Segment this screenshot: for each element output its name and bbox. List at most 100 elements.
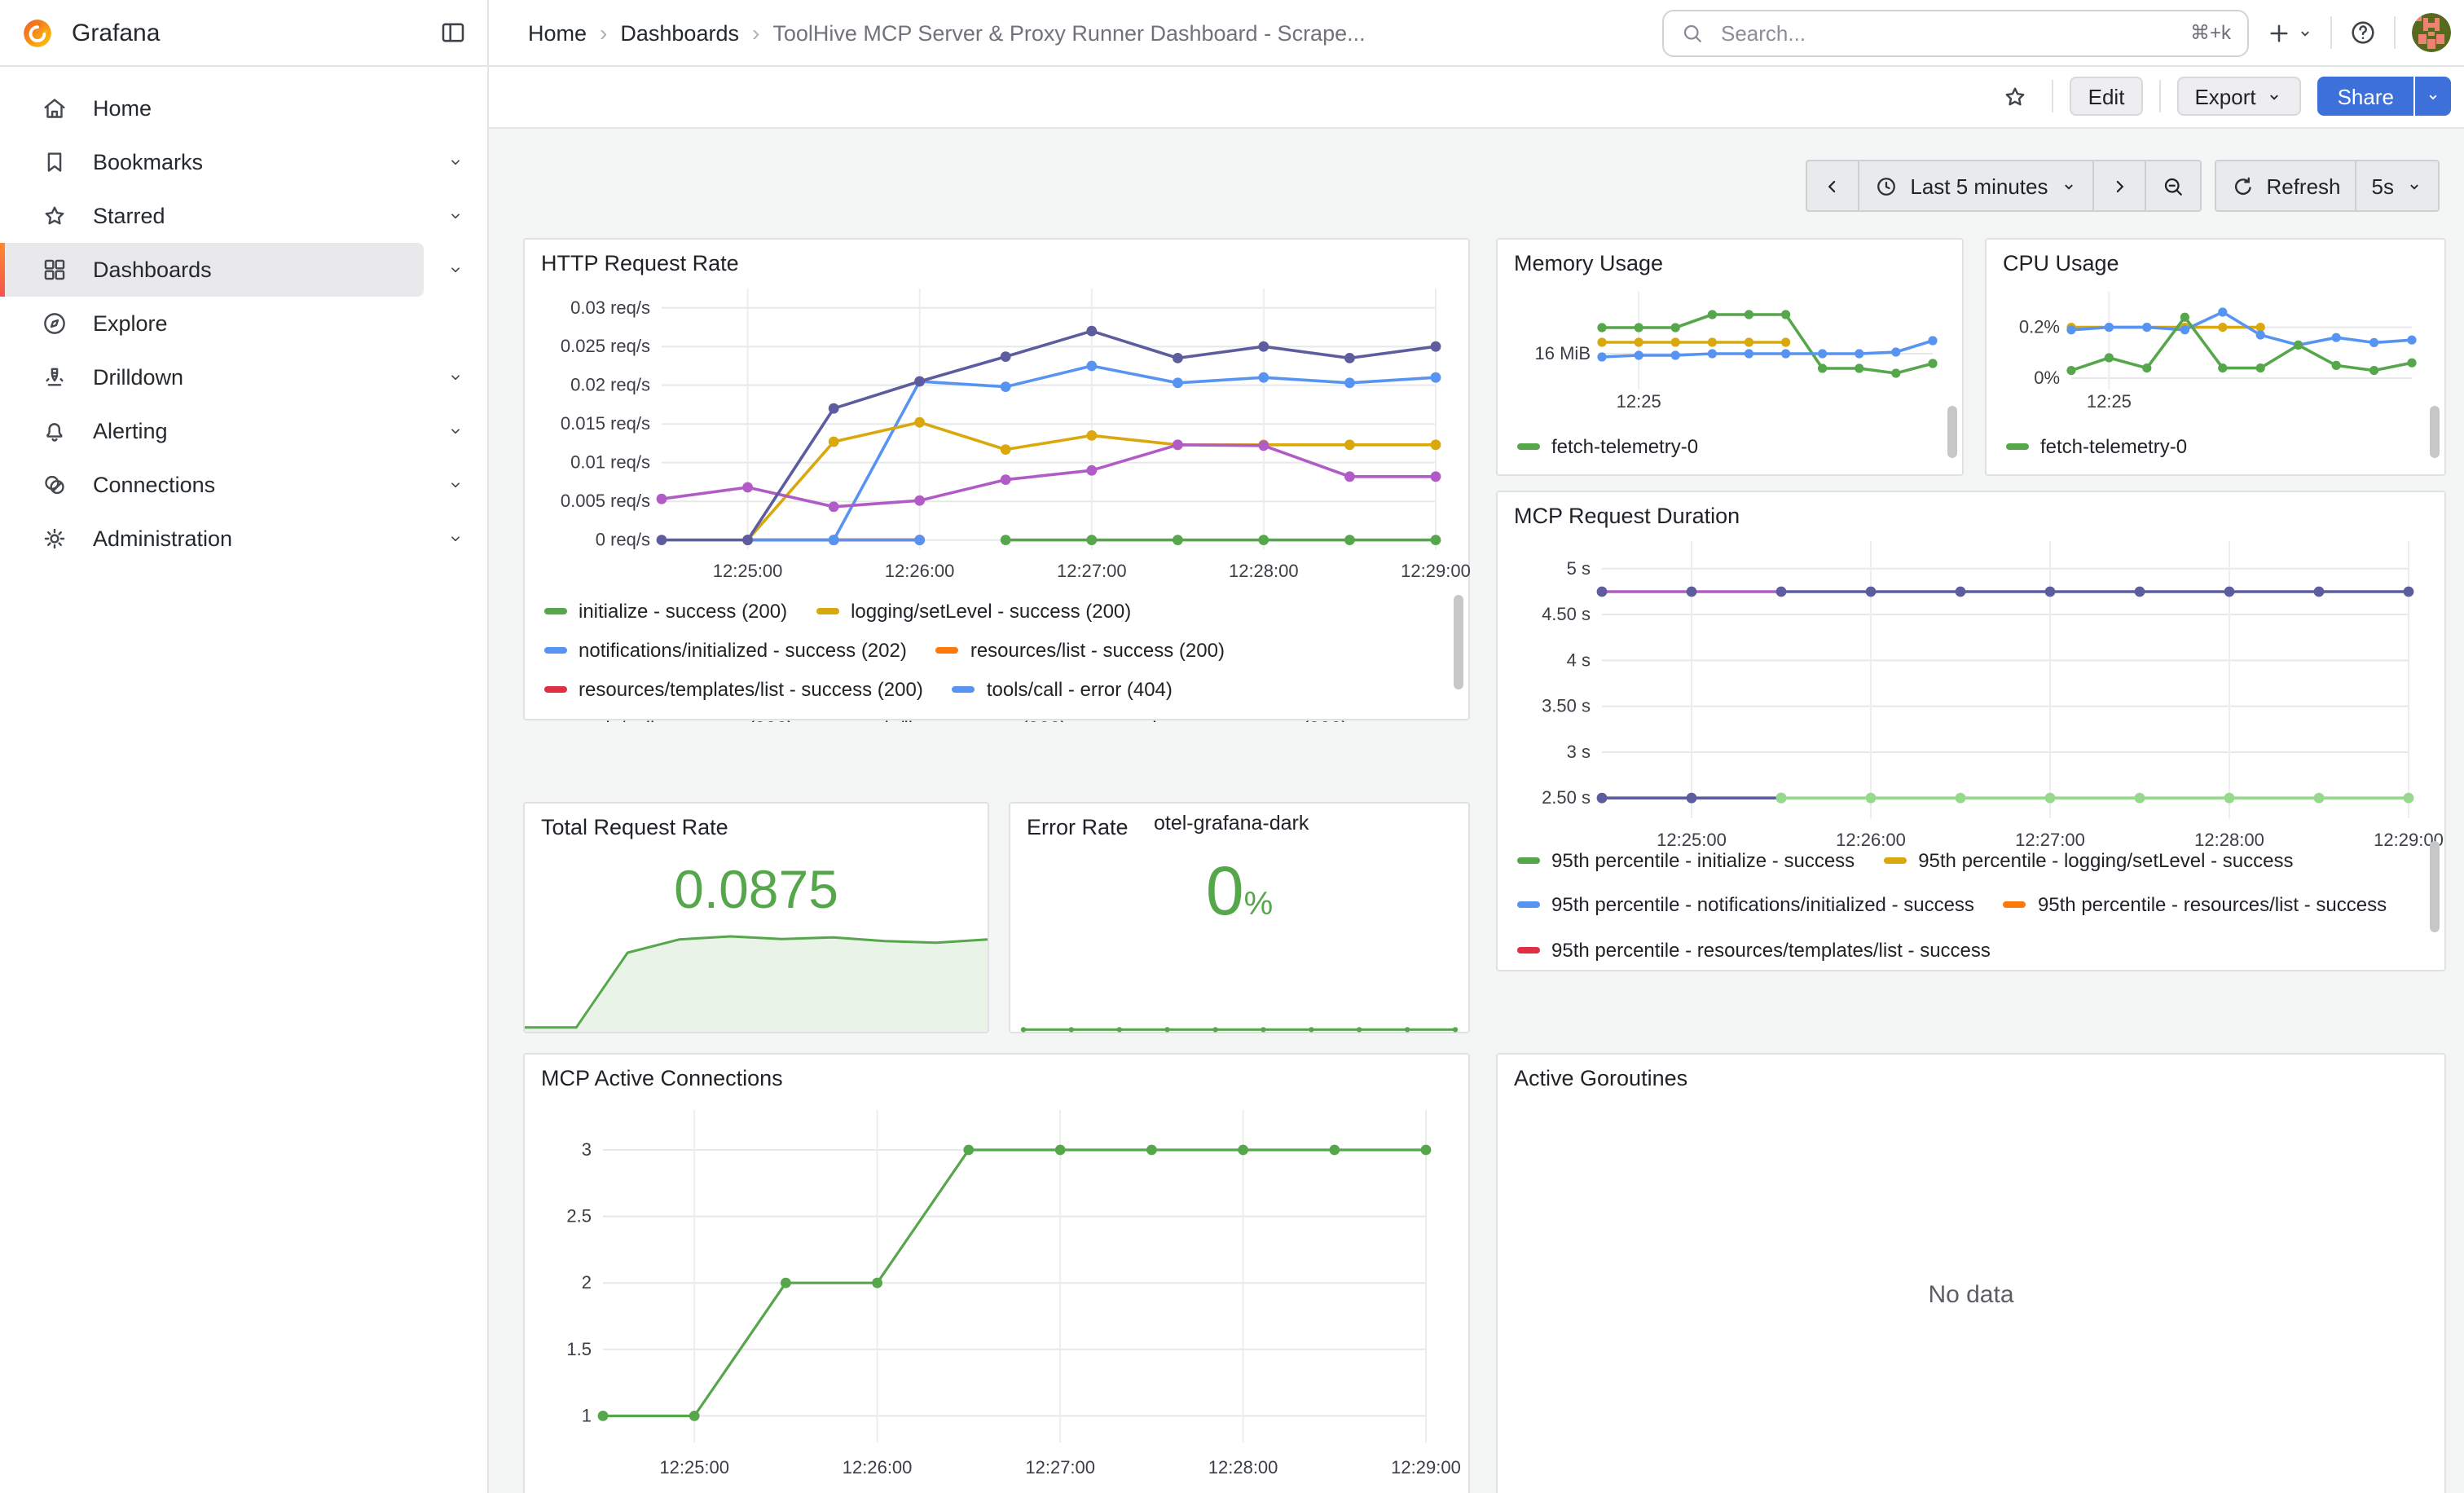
legend-item[interactable]: resources/list - success (200) [936,631,1225,670]
panel-title[interactable]: Memory Usage [1514,251,1663,275]
mcp-request-duration-chart[interactable]: 5 s4.50 s4 s3.50 s3 s2.50 s12:25:0012:26… [1517,528,2428,854]
refresh-interval-picker[interactable]: 5s [2357,161,2438,210]
legend-item[interactable]: unknown - success (200) [1097,709,1349,722]
legend-item[interactable]: 95th percentile - initialize - success [1517,838,1855,883]
sidebar-item-label: Home [93,96,152,121]
sidebar-item-drilldown[interactable]: Drilldown [0,350,487,404]
sidebar-item-starred[interactable]: Starred [0,189,487,243]
sidebar-item-label: Drilldown [93,365,183,390]
error-rate-value: 0% [1010,852,1468,931]
legend-item[interactable]: resources/templates/list - success (200) [544,670,923,709]
svg-text:12:29:00: 12:29:00 [1391,1457,1461,1478]
no-data-message: No data [1498,1055,2444,1493]
legend-item[interactable]: 95th percentile - resources/templates/li… [1517,928,1991,973]
share-button[interactable]: Share [2318,77,2413,116]
add-button[interactable] [2265,19,2314,46]
refresh-group: Refresh 5s [2214,160,2440,212]
edit-button[interactable]: Edit [2070,77,2143,116]
mcp-active-connections-chart[interactable]: 32.521.5112:25:0012:26:0012:27:0012:28:0… [544,1094,1452,1482]
sidebar-item-dashboards[interactable]: Dashboards [0,243,487,297]
legend-item[interactable]: 95th percentile - logging/setLevel - suc… [1884,838,2293,883]
svg-text:0.005 req/s: 0.005 req/s [561,491,650,511]
chevron-down-icon[interactable] [447,530,464,548]
divider [2394,16,2396,49]
grafana-logo[interactable] [20,15,55,51]
legend-item[interactable]: - (streamable-http) [544,1488,739,1493]
legend-item[interactable]: notifications/initialized - success (202… [544,631,907,670]
sidebar-item-home[interactable]: Home [0,81,487,135]
breadcrumb-home[interactable]: Home [528,20,587,45]
error-rate-sparkline[interactable] [1023,1014,1455,1030]
chevron-down-icon[interactable] [447,207,464,225]
refresh-button[interactable]: Refresh [2215,161,2356,210]
svg-text:12:28:00: 12:28:00 [1208,1457,1278,1478]
help-icon[interactable] [2348,18,2378,47]
share-caret-button[interactable] [2415,77,2451,116]
time-range-picker[interactable]: Last 5 minutes [1859,161,2093,210]
scrollbar-thumb[interactable] [2430,841,2440,932]
gear-icon [41,525,68,553]
favorite-star-icon[interactable] [1995,82,2036,110]
legend-item[interactable]: fetch-telemetry-0 [1517,422,1698,471]
legend-item[interactable]: fetch-telemetry-0 [2006,422,2187,471]
scrollbar-thumb[interactable] [1454,595,1463,689]
breadcrumb-dashboards[interactable]: Dashboards [620,20,739,45]
avatar[interactable] [2412,13,2451,52]
scrollbar-thumb[interactable] [2430,406,2440,458]
legend-label: logging/setLevel - success (200) [851,592,1131,631]
legend-item[interactable]: 95th percentile - resources/list - succe… [2004,883,2387,927]
top-nav: Grafana Home › Dashboards › ToolHive MCP… [0,0,2464,67]
time-shift-forward-button[interactable] [2093,161,2145,210]
sidebar-item-administration[interactable]: Administration [0,512,487,566]
panel-memory-usage: Memory Usage 16 MiB12:25 fetch-telemetry… [1496,238,1964,476]
legend-item[interactable]: initialize - success (200) [544,592,787,631]
legend-item[interactable]: tools/call - error (404) [953,670,1173,709]
legend-item[interactable]: logging/setLevel - success (200) [816,592,1131,631]
chevron-down-icon[interactable] [447,422,464,440]
legend-item[interactable]: 95th percentile - notifications/initiali… [1517,883,1974,927]
export-button[interactable]: Export [2176,77,2301,116]
bookmark-icon [41,148,68,176]
panel-title[interactable]: MCP Request Duration [1514,504,1740,528]
legend-item[interactable]: tools/call - success (200) [544,709,794,722]
sidebar-item-explore[interactable]: Explore [0,297,487,350]
chevron-down-icon[interactable] [447,368,464,386]
chevron-down-icon[interactable] [447,153,464,171]
panel-title[interactable]: CPU Usage [2003,251,2119,275]
legend-label: 95th percentile - initialize - success [1551,841,1855,880]
svg-text:0.015 req/s: 0.015 req/s [561,413,650,434]
panel-title[interactable]: HTTP Request Rate [541,251,739,275]
search-input[interactable] [1718,19,2177,46]
sidebar-item-label: Dashboards [93,258,212,282]
cpu-usage-chart[interactable]: 0.2%0%12:25 [2006,279,2428,416]
error-rate-unit: % [1244,887,1274,923]
chevron-down-icon[interactable] [447,476,464,494]
panel-title[interactable]: Error Rate [1027,815,1129,839]
sidebar-item-bookmarks[interactable]: Bookmarks [0,135,487,189]
sidebar: Home BookmarksStarred Dashboards Explore Dri… [0,65,489,1493]
legend-swatch [544,647,567,654]
panel-title[interactable]: MCP Active Connections [541,1066,783,1090]
memory-usage-chart[interactable]: 16 MiB12:25 [1517,279,1946,416]
svg-text:1.5: 1.5 [566,1339,592,1359]
panel-cpu-usage: CPU Usage 0.2%0%12:25 fetch-telemetry-0 [1985,238,2446,476]
legend-swatch [1517,902,1540,909]
legend-swatch [936,647,959,654]
legend-swatch [1517,443,1540,450]
compass-icon [41,310,68,337]
search-icon [1680,20,1705,45]
scrollbar-thumb[interactable] [1947,406,1957,458]
panel-mcp-request-duration: MCP Request Duration 5 s4.50 s4 s3.50 s3… [1496,491,2446,971]
time-shift-back-button[interactable] [1807,161,1859,210]
legend-label: tools/call - error (404) [987,670,1173,709]
chevron-down-icon[interactable] [447,261,464,279]
zoom-out-button[interactable] [2145,161,2199,210]
legend-item[interactable]: tools/list - success (200) [823,709,1067,722]
panel-title[interactable]: Total Request Rate [541,815,728,839]
sidebar-item-connections[interactable]: Connections [0,458,487,512]
panel-http-request-rate: HTTP Request Rate 0 req/s0.005 req/s0.01… [523,238,1470,720]
search-input-wrap[interactable]: ⌘+k [1662,9,2249,56]
sidebar-toggle-icon[interactable] [438,18,468,47]
http-request-rate-chart[interactable]: 0 req/s0.005 req/s0.01 req/s0.015 req/s0… [544,275,1452,585]
sidebar-item-alerting[interactable]: Alerting [0,404,487,458]
